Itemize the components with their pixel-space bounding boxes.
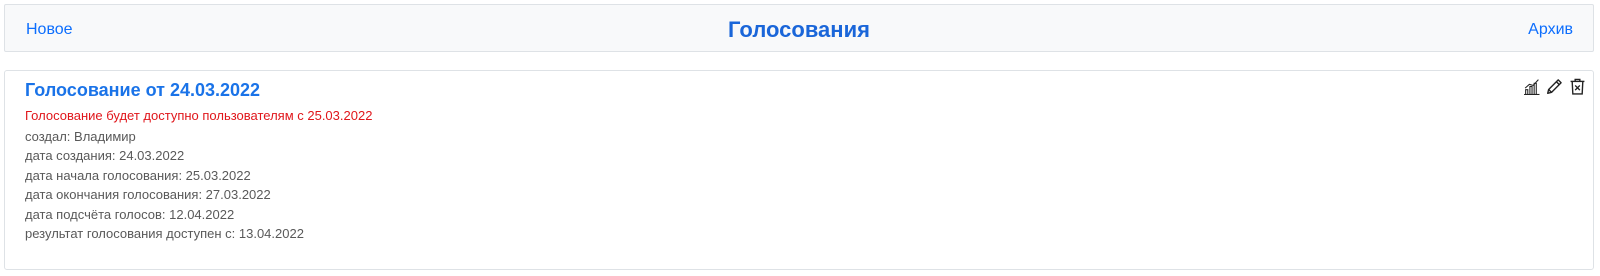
detail-count-date: дата подсчёта голосов: 12.04.2022: [25, 206, 235, 222]
availability-notice: Голосование будет доступно пользователям…: [25, 108, 373, 123]
page: Новое Голосования Архив Голосование от 2…: [0, 0, 1600, 276]
detail-author: создал: Владимир: [25, 129, 136, 144]
poll-details: создал: Владимир дата создания: 24.03.20…: [25, 127, 304, 243]
detail-result-date: результат голосования доступен с: 13.04.…: [25, 226, 304, 242]
poll-card: Голосование от 24.03.2022 Голосование бу…: [4, 70, 1594, 270]
poll-actions: [1522, 77, 1587, 96]
poll-title-link[interactable]: Голосование от 24.03.2022: [25, 79, 260, 101]
pencil-icon[interactable]: [1545, 77, 1564, 96]
trash-icon[interactable]: [1568, 77, 1587, 96]
detail-created-date: дата создания: 24.03.2022: [25, 148, 185, 164]
detail-end-date: дата окончания голосования: 27.03.2022: [25, 187, 271, 203]
page-title: Голосования: [728, 17, 870, 42]
archive-link[interactable]: Архив: [1528, 20, 1573, 39]
top-navbar: Новое Голосования Архив: [4, 4, 1594, 52]
bar-chart-icon[interactable]: [1522, 77, 1541, 96]
detail-start-date: дата начала голосования: 25.03.2022: [25, 167, 251, 183]
